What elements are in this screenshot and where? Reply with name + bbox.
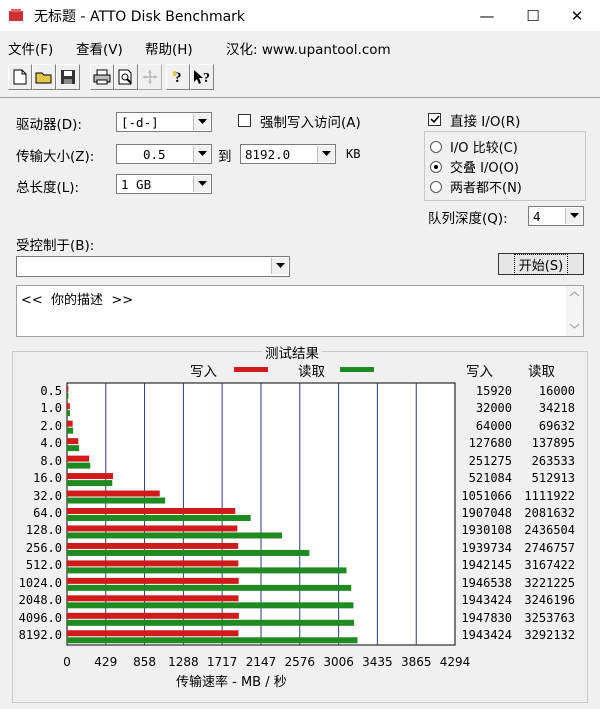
write-bar — [67, 560, 239, 567]
write-value: 1943424 — [461, 628, 512, 643]
y-tick-label: 8.0 — [40, 453, 62, 468]
write-value: 1907048 — [461, 506, 512, 520]
read-bar — [67, 584, 352, 591]
x-tick-label: 4294 — [439, 655, 471, 669]
write-value: 251275 — [468, 453, 512, 468]
write-bar — [67, 438, 79, 445]
y-tick-label: 8192.0 — [18, 628, 62, 643]
write-value: 1946538 — [461, 575, 512, 590]
read-bar — [67, 567, 347, 574]
write-value: 521084 — [468, 471, 512, 486]
y-tick-label: 0.5 — [40, 383, 62, 398]
write-value: 32000 — [475, 401, 512, 416]
read-bar — [67, 445, 80, 452]
write-bar — [67, 542, 239, 549]
write-bar — [67, 630, 239, 637]
y-tick-label: 4096.0 — [18, 610, 62, 625]
x-tick-label: 429 — [94, 655, 118, 669]
x-axis-label: 传输速率 - MB / 秒 — [176, 675, 287, 690]
read-value: 3167422 — [524, 558, 575, 573]
read-bar — [67, 392, 69, 399]
x-tick-label: 3435 — [362, 655, 393, 669]
read-value: 2746757 — [524, 540, 575, 555]
x-tick-label: 2576 — [284, 655, 316, 669]
write-bar — [67, 612, 239, 619]
read-value: 3292132 — [524, 628, 575, 643]
read-bar — [67, 637, 358, 644]
write-bar — [67, 490, 160, 497]
write-bar — [67, 385, 69, 392]
y-tick-label: 256.0 — [25, 540, 62, 555]
read-value: 3221225 — [524, 575, 575, 590]
x-tick-label: 858 — [133, 655, 156, 669]
read-value: 1111922 — [524, 488, 575, 503]
y-tick-label: 1024.0 — [18, 575, 62, 590]
write-bar — [67, 508, 236, 514]
write-value: 15920 — [475, 383, 512, 398]
y-tick-label: 16.0 — [33, 471, 62, 486]
read-value: 3253763 — [524, 610, 575, 625]
write-value: 127680 — [468, 436, 512, 451]
write-bar — [67, 595, 239, 602]
read-bar — [67, 480, 113, 487]
read-value: 34218 — [538, 401, 575, 416]
y-tick-label: 32.0 — [33, 488, 62, 503]
y-tick-label: 4.0 — [40, 436, 62, 451]
write-bar — [67, 403, 70, 410]
write-value: 1930108 — [461, 523, 512, 538]
read-bar — [67, 497, 166, 504]
read-value: 16000 — [538, 383, 575, 398]
read-bar — [67, 515, 251, 521]
y-tick-label: 512.0 — [25, 558, 62, 573]
read-value: 263533 — [531, 453, 575, 468]
read-bar — [67, 427, 74, 434]
write-value: 64000 — [475, 418, 512, 433]
read-bar — [67, 549, 310, 556]
y-tick-label: 64.0 — [33, 506, 62, 520]
read-bar — [67, 532, 282, 539]
read-bar — [67, 619, 355, 626]
read-bar — [67, 602, 354, 609]
read-value: 512913 — [531, 471, 575, 486]
write-bar — [67, 525, 238, 532]
read-value: 3246196 — [524, 593, 575, 608]
y-tick-label: 2048.0 — [18, 593, 62, 608]
y-tick-label: 128.0 — [25, 523, 62, 538]
write-value: 1939734 — [461, 540, 512, 555]
y-tick-label: 1.0 — [40, 401, 62, 416]
write-bar — [67, 455, 90, 462]
write-value: 1947830 — [461, 610, 512, 625]
read-value: 69632 — [538, 418, 575, 433]
read-bar — [67, 462, 91, 469]
read-bar — [67, 410, 71, 417]
write-value: 1942145 — [461, 558, 512, 573]
x-tick-label: 3865 — [400, 655, 432, 669]
x-tick-label: 2147 — [245, 655, 277, 669]
x-tick-label: 3006 — [323, 655, 354, 669]
write-bar — [67, 473, 113, 480]
x-tick-label: 1288 — [168, 655, 199, 669]
write-bar — [67, 420, 73, 427]
write-bar — [67, 577, 239, 584]
x-tick-label: 0 — [63, 655, 71, 669]
write-value: 1051066 — [461, 488, 512, 503]
read-value: 2081632 — [524, 506, 575, 520]
read-value: 2436504 — [524, 523, 575, 538]
write-value: 1943424 — [461, 593, 512, 608]
read-value: 137895 — [531, 436, 575, 451]
y-tick-label: 2.0 — [40, 418, 62, 433]
x-tick-label: 1717 — [206, 655, 238, 669]
